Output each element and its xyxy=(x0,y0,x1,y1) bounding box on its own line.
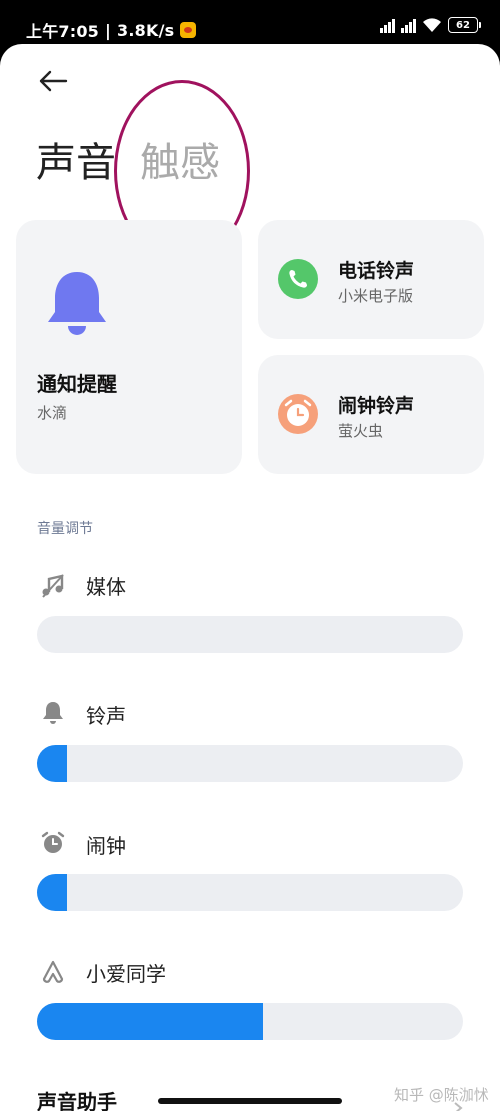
wifi-icon xyxy=(423,18,441,32)
ringtone-value: 小米电子版 xyxy=(338,287,414,305)
bell-icon xyxy=(48,272,106,335)
status-time: 上午7:05 xyxy=(26,22,99,41)
alarm-volume-fill xyxy=(37,874,67,911)
tab-sound[interactable]: 声音 xyxy=(36,130,116,188)
battery-icon: 62 xyxy=(448,17,481,33)
ring-volume-fill xyxy=(37,745,67,782)
notification-sound-card[interactable]: 通知提醒 水滴 xyxy=(16,220,242,474)
ringtone-title: 电话铃声 xyxy=(338,260,415,282)
notification-value: 水滴 xyxy=(37,404,68,422)
xiaoai-icon xyxy=(42,960,64,983)
alarm-volume-label: 闹钟 xyxy=(86,834,126,858)
media-volume-slider[interactable] xyxy=(37,616,463,653)
media-label: 媒体 xyxy=(86,575,126,599)
ringtone-card[interactable]: 电话铃声 小米电子版 xyxy=(258,220,484,339)
ringtone-volume-label: 铃声 xyxy=(86,704,126,728)
ring-volume-slider[interactable] xyxy=(37,745,463,782)
alarm-clock-icon xyxy=(41,831,65,853)
status-right: 62 xyxy=(380,17,481,33)
gesture-bar[interactable] xyxy=(158,1098,342,1104)
watermark: 知乎 @陈泇怵 xyxy=(394,1086,489,1104)
assistant-volume-fill xyxy=(37,1003,263,1040)
settings-sheet: 声音 触感 通知提醒 水滴 电话铃声 小米电子版 闹钟铃声 萤火虫 音量调节 媒… xyxy=(0,44,500,1111)
music-off-icon xyxy=(42,574,64,598)
battery-level: 62 xyxy=(456,19,470,31)
phone-icon xyxy=(278,259,318,299)
bell-icon xyxy=(43,702,63,724)
assistant-volume-label: 小爱同学 xyxy=(86,962,166,986)
alarm-value: 萤火虫 xyxy=(338,422,384,440)
alarm-sound-card[interactable]: 闹钟铃声 萤火虫 xyxy=(258,355,484,474)
notification-title: 通知提醒 xyxy=(37,372,117,396)
status-bar: 上午7:05 | 3.8K/s 62 xyxy=(0,0,500,44)
network-speed: 3.8K/s xyxy=(117,20,175,40)
alarm-title: 闹钟铃声 xyxy=(338,395,415,417)
signal-icon xyxy=(380,17,395,33)
alarm-volume-slider[interactable] xyxy=(37,874,463,911)
sound-assistant-item[interactable]: 声音助手 xyxy=(37,1086,117,1111)
volume-section-label: 音量调节 xyxy=(37,521,93,537)
signal-icon xyxy=(401,17,416,33)
status-left: 上午7:05 | 3.8K/s xyxy=(26,18,197,42)
back-arrow-icon[interactable] xyxy=(36,64,70,98)
assistant-volume-slider[interactable] xyxy=(37,1003,463,1040)
alarm-clock-icon xyxy=(278,394,318,434)
weibo-icon xyxy=(180,22,197,38)
